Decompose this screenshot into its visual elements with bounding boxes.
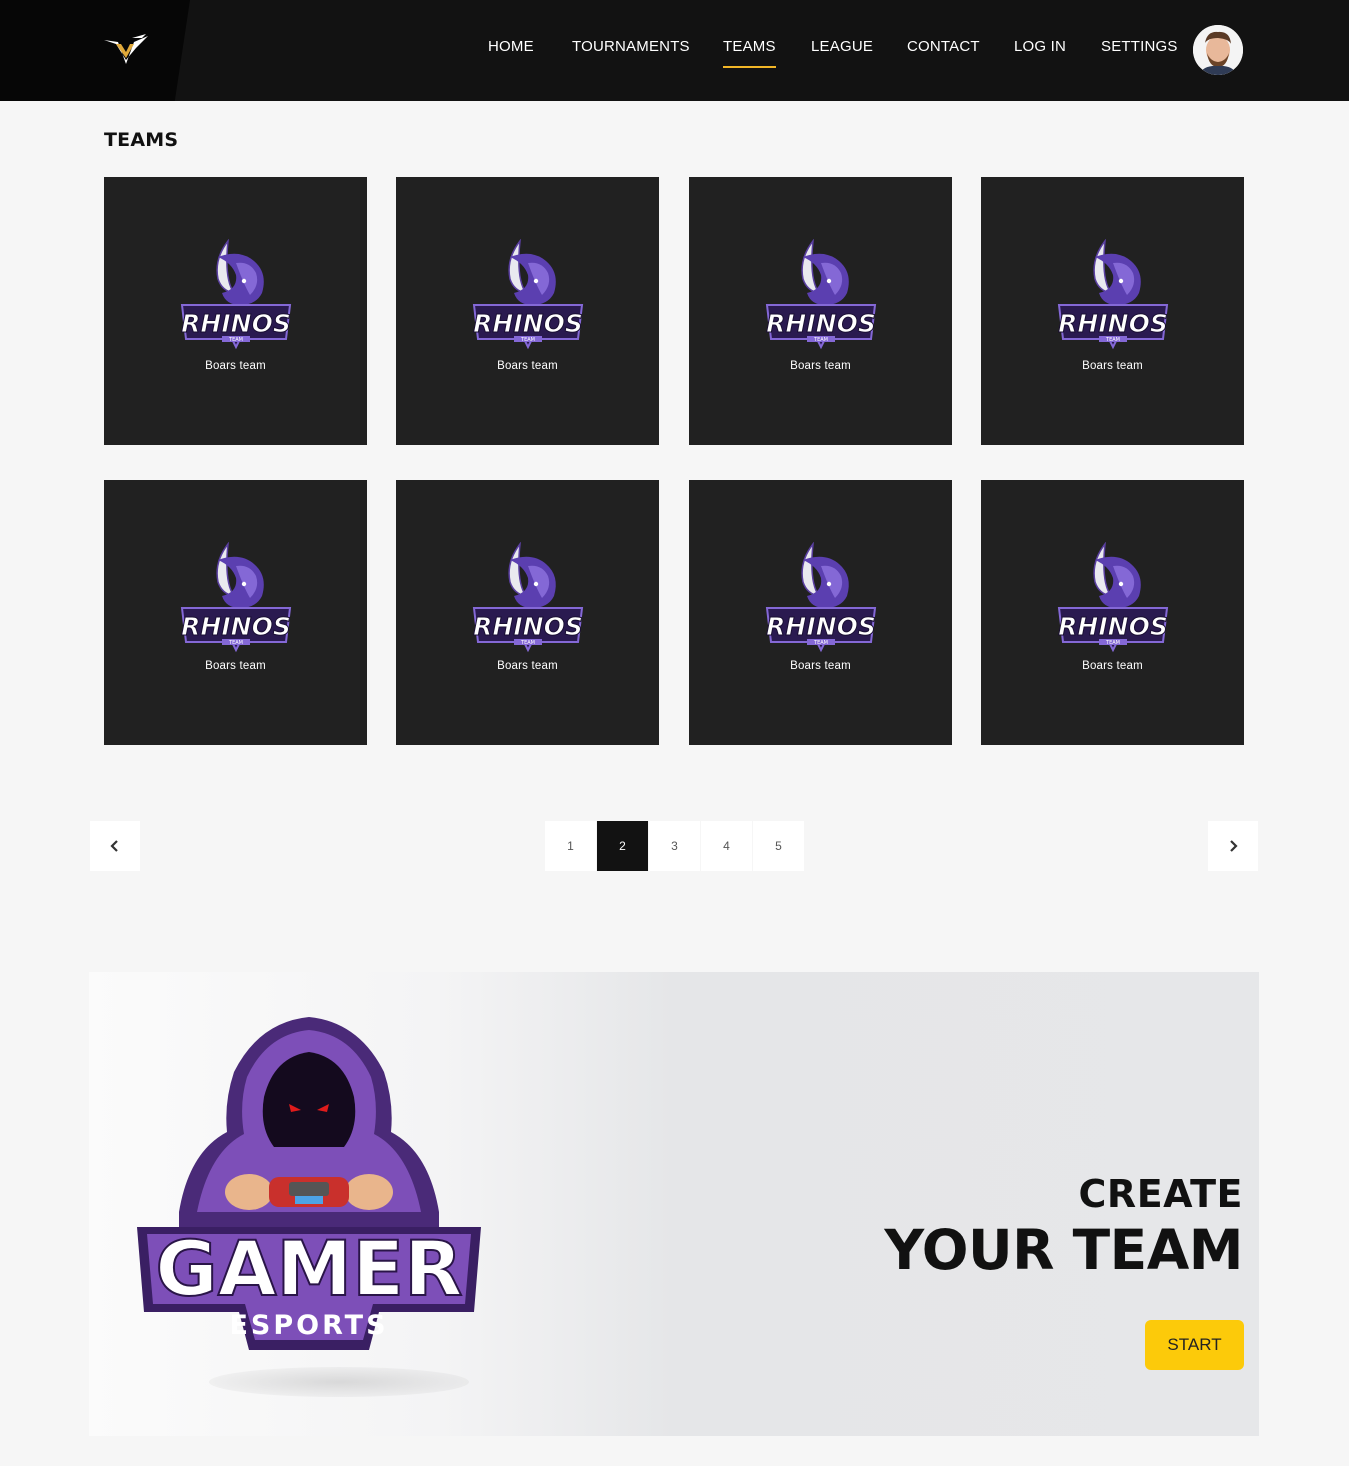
team-card[interactable]: RHINOS TEAM Boars team xyxy=(689,480,952,745)
page-3-button[interactable]: 3 xyxy=(649,821,700,871)
svg-text:TEAM: TEAM xyxy=(1105,640,1120,646)
svg-text:RHINOS: RHINOS xyxy=(766,612,876,641)
nav-item-login[interactable]: LOG IN xyxy=(1014,38,1066,55)
chevron-right-icon xyxy=(1230,840,1238,852)
rhinos-emblem-icon: RHINOSTEAM xyxy=(1058,542,1168,653)
svg-text:RHINOS: RHINOS xyxy=(1058,612,1168,641)
top-navigation-bar: HOME TOURNAMENTS TEAMS LEAGUE CONTACT LOG IN S… xyxy=(0,0,1349,101)
team-name: Boars team xyxy=(790,660,851,672)
team-name: Boars team xyxy=(1082,360,1143,372)
banner-heading-line-1: CREATE xyxy=(1078,1172,1243,1216)
page-4-button[interactable]: 4 xyxy=(701,821,752,871)
svg-text:TEAM: TEAM xyxy=(1105,337,1120,343)
avatar-image xyxy=(1193,25,1243,75)
svg-text:TEAM: TEAM xyxy=(228,337,243,343)
team-card[interactable]: RHINOS TEAM Boars team xyxy=(981,177,1244,445)
page-title: TEAMS xyxy=(104,129,179,151)
team-name: Boars team xyxy=(205,360,266,372)
svg-text:RHINOS: RHINOS xyxy=(181,612,291,641)
nav-item-contact[interactable]: CONTACT xyxy=(907,38,980,55)
svg-text:TEAM: TEAM xyxy=(520,640,535,646)
team-card[interactable]: RHINOS TEAM Boars team xyxy=(396,480,659,745)
rhinos-emblem-icon: RHINOSTEAM xyxy=(181,239,291,350)
nav-item-league[interactable]: LEAGUE xyxy=(811,38,873,55)
svg-text:RHINOS: RHINOS xyxy=(1058,309,1168,338)
rhinos-emblem-icon: RHINOSTEAM xyxy=(766,542,876,653)
nav-item-home[interactable]: HOME xyxy=(488,38,534,55)
svg-text:RHINOS: RHINOS xyxy=(473,612,583,641)
team-card[interactable]: RHINOS TEAM Boars team xyxy=(981,480,1244,745)
page-1-button[interactable]: 1 xyxy=(545,821,596,871)
nav-item-settings[interactable]: SETTINGS xyxy=(1101,38,1178,55)
svg-text:TEAM: TEAM xyxy=(813,640,828,646)
team-card[interactable]: RHINOS TEAM Boars team xyxy=(104,177,367,445)
team-card[interactable]: RHINOS TEAM Boars team xyxy=(104,480,367,745)
rhinos-emblem-icon: RHINOSTEAM xyxy=(766,239,876,350)
page-5-button[interactable]: 5 xyxy=(753,821,804,871)
svg-text:RHINOS: RHINOS xyxy=(181,309,291,338)
previous-page-button[interactable] xyxy=(90,821,140,871)
gamer-esports-logo: GAMER ESPORTS xyxy=(137,1017,481,1350)
svg-text:TEAM: TEAM xyxy=(520,337,535,343)
team-card[interactable]: RHINOS TEAM Boars team xyxy=(396,177,659,445)
team-name: Boars team xyxy=(205,660,266,672)
banner-heading-line-2: YOUR TEAM xyxy=(884,1218,1243,1282)
nav-item-tournaments[interactable]: TOURNAMENTS xyxy=(572,38,690,55)
svg-text:TEAM: TEAM xyxy=(813,337,828,343)
nav-item-teams[interactable]: TEAMS xyxy=(723,38,776,68)
team-name: Boars team xyxy=(1082,660,1143,672)
team-card[interactable]: RHINOS TEAM Boars team xyxy=(689,177,952,445)
esports-logo-text: ESPORTS xyxy=(229,1310,388,1341)
gamer-logo-text: GAMER xyxy=(155,1224,462,1313)
page-2-button[interactable]: 2 xyxy=(597,821,648,871)
rhinos-emblem-icon: RHINOSTEAM xyxy=(1058,239,1168,350)
svg-text:RHINOS: RHINOS xyxy=(766,309,876,338)
team-name: Boars team xyxy=(497,360,558,372)
rhinos-emblem-icon: RHINOSTEAM xyxy=(473,239,583,350)
create-team-banner: GAMER ESPORTS CREATE YOUR TEAM START xyxy=(89,972,1259,1436)
rhinos-emblem-icon: RHINOSTEAM xyxy=(473,542,583,653)
team-name: Boars team xyxy=(790,360,851,372)
chevron-left-icon xyxy=(110,840,118,852)
start-button[interactable]: START xyxy=(1145,1320,1244,1370)
next-page-button[interactable] xyxy=(1208,821,1258,871)
logo-shadow xyxy=(209,1367,469,1397)
main-nav: HOME TOURNAMENTS TEAMS LEAGUE CONTACT LOG IN S… xyxy=(0,0,1349,101)
rhinos-emblem-icon: RHINOSTEAM xyxy=(181,542,291,653)
svg-text:RHINOS: RHINOS xyxy=(473,309,583,338)
svg-text:TEAM: TEAM xyxy=(228,640,243,646)
user-avatar[interactable] xyxy=(1193,25,1243,75)
team-name: Boars team xyxy=(497,660,558,672)
